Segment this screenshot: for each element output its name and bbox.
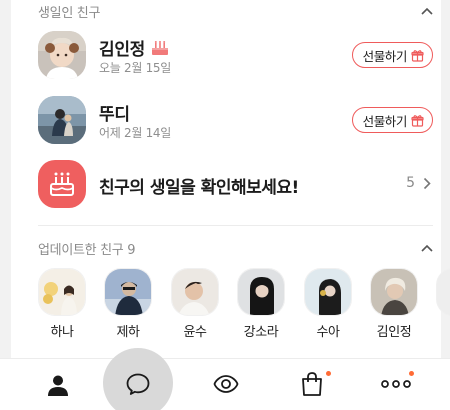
section-divider: [38, 225, 433, 226]
updated-friend-item[interactable]: 김인정: [370, 268, 420, 340]
shopping-badge-dot: [326, 371, 331, 376]
tab-shopping[interactable]: [282, 358, 342, 410]
gift-button[interactable]: 선물하기: [351, 107, 433, 133]
updated-section-header[interactable]: 업데이트한 친구 9: [38, 237, 433, 259]
friend-name: 제하: [116, 325, 140, 340]
birthday-cake-icon: [152, 40, 169, 55]
birthday-count: 5: [406, 175, 415, 191]
birthday-section-title: 생일인 친구: [38, 5, 101, 21]
tab-chats[interactable]: [108, 358, 168, 410]
chevron-up-icon[interactable]: [421, 7, 433, 15]
gift-icon: [411, 114, 424, 127]
avatar[interactable]: [304, 268, 352, 316]
updated-friend-item[interactable]: 하나: [38, 268, 88, 340]
friend-name: 강소라: [243, 325, 279, 340]
gift-icon: [411, 49, 424, 62]
chevron-right-icon: [423, 177, 431, 190]
updated-friend-item[interactable]: [436, 268, 450, 316]
friend-name: 김인정: [99, 35, 169, 60]
birthday-cake-icon: [38, 160, 86, 208]
avatar[interactable]: [104, 268, 152, 316]
updated-friend-item[interactable]: 제하: [104, 268, 154, 340]
friend-name: 하나: [50, 325, 74, 340]
updated-friend-item[interactable]: 윤수: [171, 268, 221, 340]
more-dots-icon: [381, 380, 411, 388]
friend-birthday-date: 오늘 2월 15일: [99, 61, 171, 75]
gift-button[interactable]: 선물하기: [351, 42, 433, 68]
birthday-section-header[interactable]: 생일인 친구: [38, 0, 433, 22]
friend-name: 김인정: [376, 325, 412, 340]
updated-friend-item[interactable]: 수아: [304, 268, 354, 340]
birthday-friend-row[interactable]: 뚜디 어제 2월 14일 선물하기: [38, 96, 433, 146]
friends-screen: 생일인 친구 김인정 오늘 2월 15일 선물하기 뚜디 어제 2월 14일 선…: [0, 0, 450, 410]
avatar[interactable]: [38, 96, 86, 144]
person-icon: [48, 375, 68, 396]
avatar[interactable]: [171, 268, 219, 316]
tab-more[interactable]: [366, 358, 426, 410]
gift-button-label: 선물하기: [362, 48, 408, 64]
avatar[interactable]: [436, 268, 450, 316]
check-birthdays-row[interactable]: 친구의 생일을 확인해보세요! 5: [38, 160, 433, 208]
chevron-up-icon[interactable]: [421, 244, 433, 252]
updated-section-title: 업데이트한 친구 9: [38, 242, 136, 258]
tab-friends[interactable]: [28, 359, 88, 410]
friend-name-text: 김인정: [99, 40, 146, 60]
more-badge-dot: [409, 371, 414, 376]
gift-button-label: 선물하기: [362, 113, 408, 129]
avatar[interactable]: [38, 31, 86, 79]
avatar[interactable]: [370, 268, 418, 316]
check-birthdays-label: 친구의 생일을 확인해보세요!: [99, 178, 299, 198]
birthday-friend-row[interactable]: 김인정 오늘 2월 15일 선물하기: [38, 31, 433, 81]
avatar[interactable]: [237, 268, 285, 316]
updated-friend-item[interactable]: 강소라: [237, 268, 287, 340]
friend-name: 수아: [316, 325, 340, 340]
chat-bubble-icon: [126, 373, 150, 395]
shopping-bag-icon: [302, 372, 322, 396]
friend-birthday-date: 어제 2월 14일: [99, 126, 171, 140]
tab-view[interactable]: [196, 358, 256, 410]
updated-friends-list: 하나 제하 윤수 강소라 수아 김인정: [36, 268, 450, 342]
avatar[interactable]: [38, 268, 86, 316]
eye-view-icon: [213, 375, 239, 393]
friend-name: 윤수: [183, 325, 207, 340]
left-edge: [0, 0, 11, 358]
friend-name: 뚜디: [99, 105, 130, 125]
